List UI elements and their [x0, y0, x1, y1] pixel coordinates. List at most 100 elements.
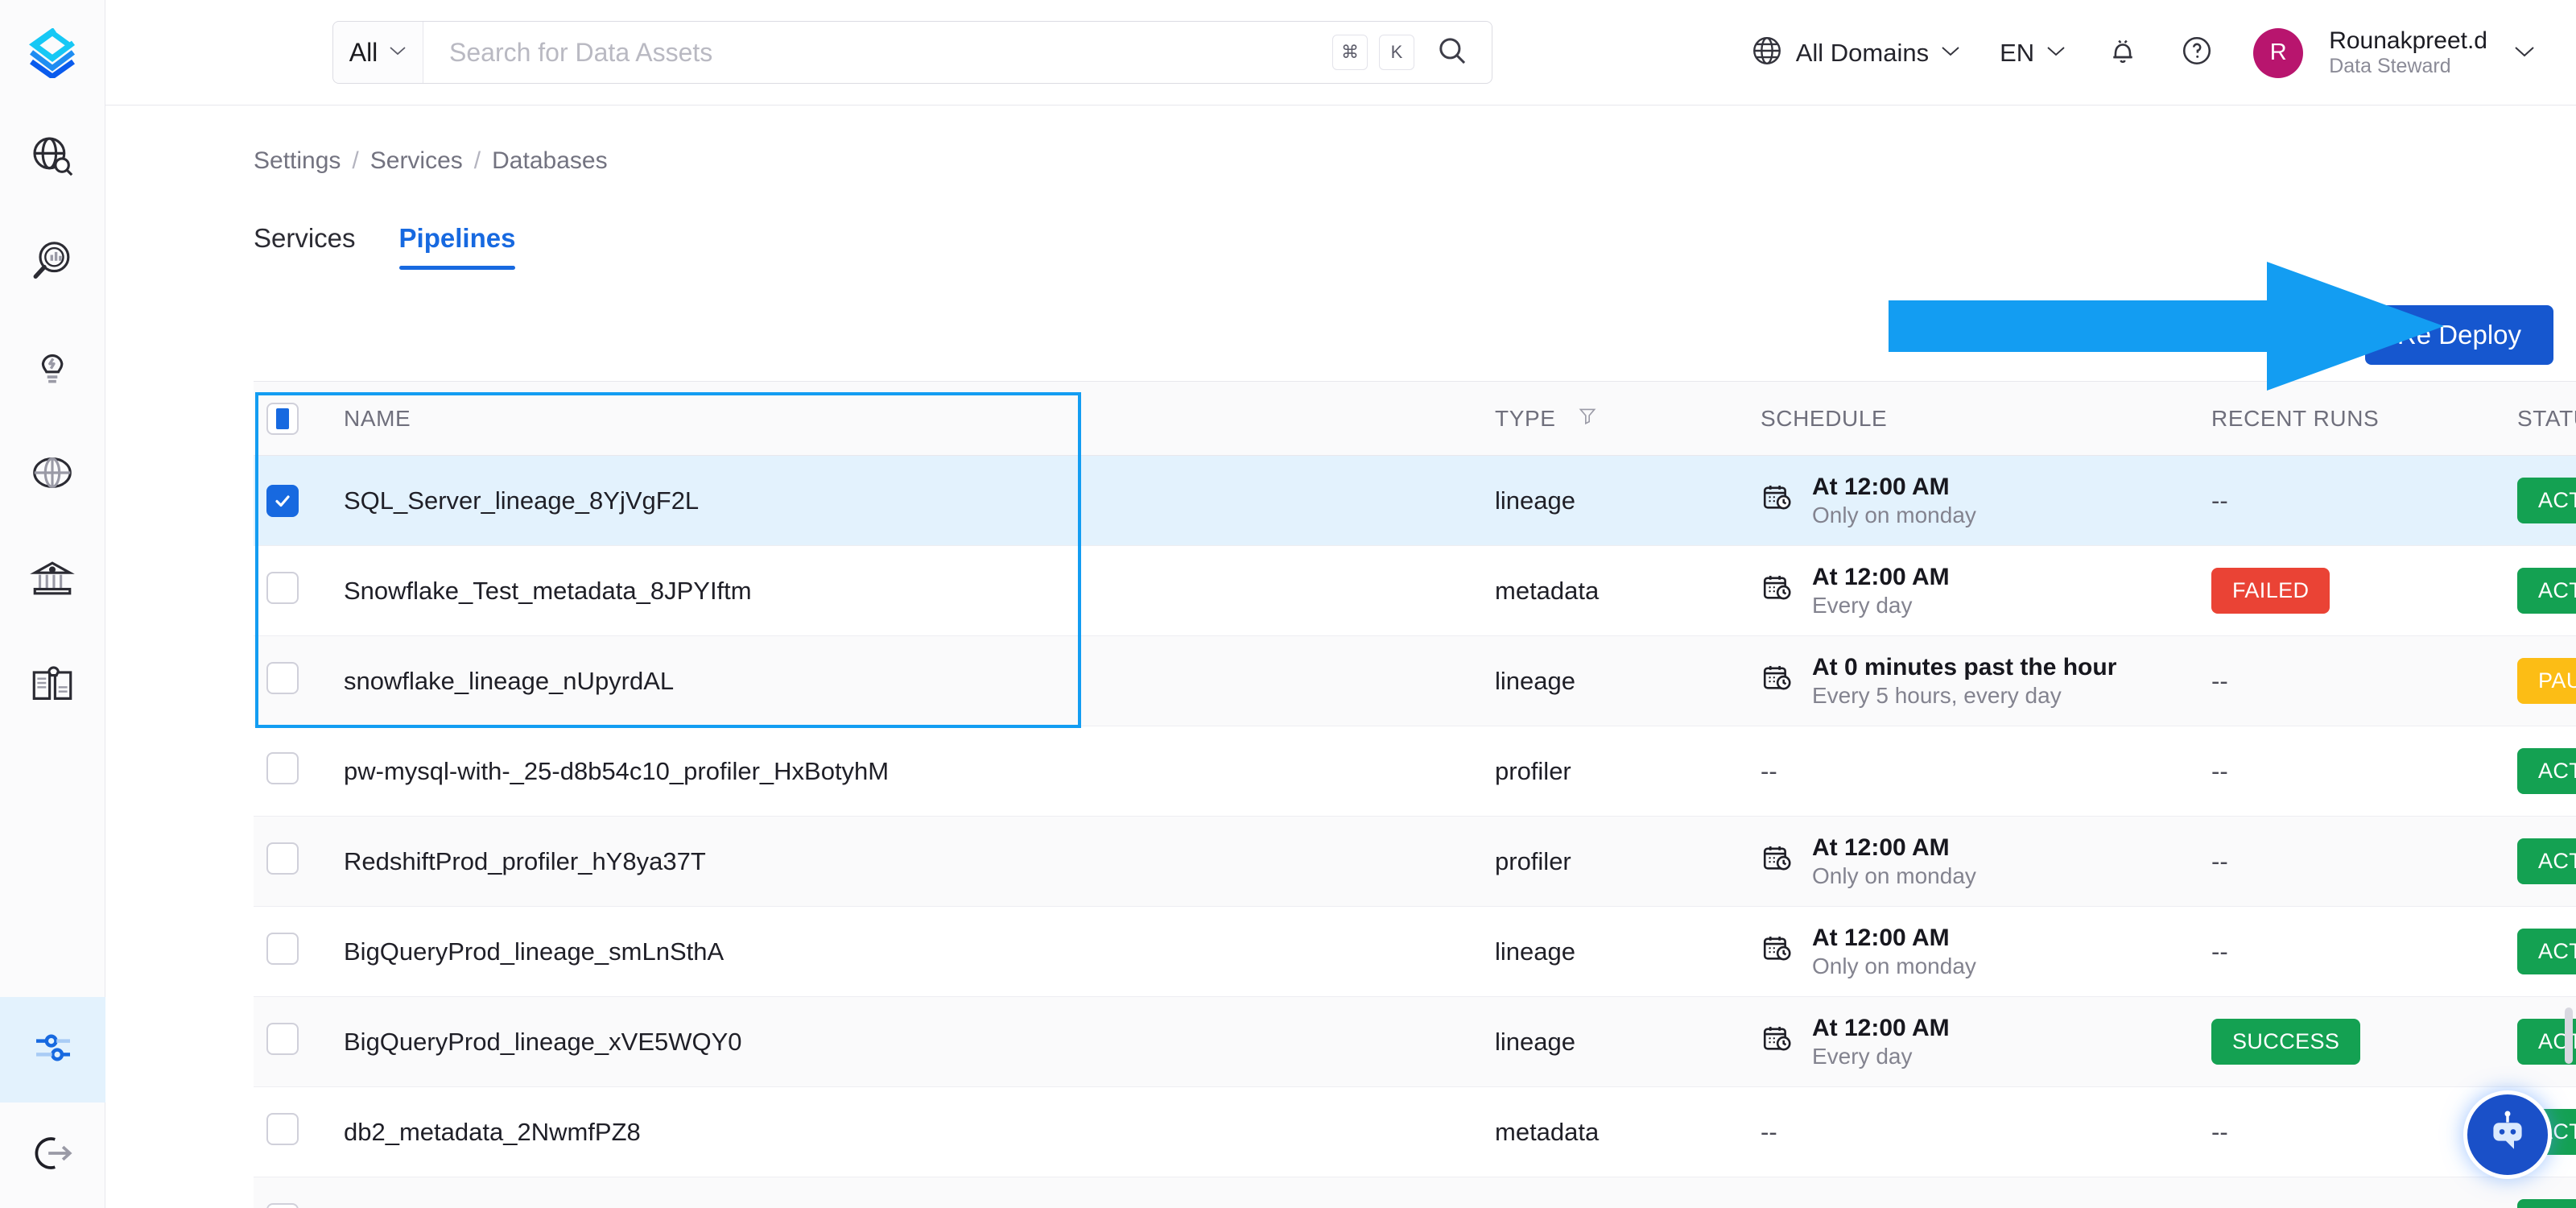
pipeline-recent-runs-cell [2198, 1177, 2504, 1208]
pipeline-status-cell: ACTIVE [2504, 545, 2576, 636]
pipeline-name-cell[interactable]: RedshiftProd_profiler_hY8ya37T [331, 816, 1482, 907]
breadcrumb-item-databases[interactable]: Databases [492, 147, 607, 175]
column-header-status[interactable]: STATUS [2504, 381, 2576, 456]
row-select-cell [254, 1086, 331, 1177]
status-badge[interactable]: ACTIVE [2517, 929, 2576, 974]
page-content: Settings / Services / Databases Services… [105, 105, 2576, 1208]
sidebar-item-observability[interactable] [0, 211, 105, 316]
domain-selector-label: All Domains [1795, 38, 1930, 67]
row-checkbox[interactable] [266, 751, 299, 784]
pipeline-recent-runs-cell: -- [2198, 816, 2504, 907]
column-header-schedule[interactable]: SCHEDULE [1748, 381, 2198, 456]
row-select-cell [254, 816, 331, 907]
row-checkbox[interactable] [266, 484, 299, 517]
select-all-checkbox[interactable] [266, 402, 299, 435]
status-badge[interactable]: ACTIVE [2517, 478, 2576, 523]
schedule-secondary: Only on monday [1812, 953, 1976, 978]
row-checkbox[interactable] [266, 1112, 299, 1145]
kbd-k: K [1379, 35, 1414, 70]
recent-runs-empty: -- [2211, 756, 2228, 785]
search-scope-dropdown[interactable]: All [333, 22, 423, 83]
recent-run-badge[interactable]: FAILED [2211, 568, 2330, 614]
row-checkbox[interactable] [266, 932, 299, 965]
app-logo[interactable] [0, 0, 105, 105]
language-selector[interactable]: EN [1980, 39, 2086, 68]
table-row[interactable]: BigQueryProd_lineage_xVE5WQY0 lineage At… [254, 996, 2576, 1087]
schedule-primary: At 12:00 AM [1812, 834, 1950, 861]
notifications-button[interactable] [2086, 33, 2160, 72]
avatar: R [2253, 27, 2304, 78]
column-header-recent-runs[interactable]: RECENT RUNS [2198, 381, 2504, 456]
pipeline-name-cell[interactable]: snowflake_lineage_nUpyrdAL [331, 635, 1482, 726]
search-shortcut-hint: ⌘ K [1332, 22, 1435, 83]
status-badge[interactable]: ACTIVE [2517, 568, 2576, 614]
sidebar-item-insights[interactable] [0, 316, 105, 422]
nav-icon-list [0, 105, 105, 738]
pipeline-type-cell: profiler [1482, 726, 1748, 817]
row-select-cell [254, 726, 331, 817]
action-row: Re Deploy [147, 305, 2576, 365]
pipeline-name-cell[interactable]: Snowflake_Test_metadata_8JPYIftm [331, 545, 1482, 636]
status-badge[interactable]: ACTIVE [2517, 748, 2576, 794]
pipeline-name-cell[interactable]: BigQueryProd_lineage_smLnSthA [331, 906, 1482, 997]
kbd-command: ⌘ [1332, 35, 1368, 70]
re-deploy-button[interactable]: Re Deploy [2364, 305, 2553, 365]
search-input[interactable]: Search for Data Assets [423, 22, 1332, 83]
sidebar-item-settings[interactable] [0, 997, 105, 1103]
pipeline-name-cell[interactable]: SQL_Server_lineage_8YjVgF2L [331, 455, 1482, 546]
status-badge[interactable]: ACTIVE [2517, 838, 2576, 884]
sidebar-item-govern[interactable] [0, 527, 105, 633]
pipeline-type-cell: lineage [1482, 996, 1748, 1087]
row-checkbox[interactable] [266, 661, 299, 694]
breadcrumb-item-settings[interactable]: Settings [254, 147, 341, 175]
row-checkbox[interactable] [266, 1202, 299, 1208]
search-submit-button[interactable] [1435, 22, 1492, 83]
tab-services[interactable]: Services [254, 223, 356, 270]
recent-run-badge[interactable]: SUCCESS [2211, 1019, 2361, 1065]
funnel-filter-icon[interactable] [1577, 405, 1598, 432]
tab-pipelines[interactable]: Pipelines [398, 223, 515, 270]
column-header-name[interactable]: NAME [331, 381, 1482, 456]
recent-runs-empty: -- [2211, 666, 2228, 695]
pipeline-schedule-cell: -- [1748, 1086, 2198, 1177]
column-header-type-label[interactable]: TYPE [1495, 406, 1556, 432]
vertical-scrollbar[interactable] [2565, 1007, 2573, 1064]
app-root: All Search for Data Assets ⌘ K All Domai… [0, 0, 2576, 1208]
table-row[interactable]: pw-mysql-with-_25-d8b54c10_profiler_HxBo… [254, 726, 2576, 817]
help-button[interactable] [2160, 33, 2234, 72]
pipeline-name-cell[interactable]: postgres_lineage_nBY99VKq [331, 1177, 1482, 1208]
sidebar-item-logout[interactable] [0, 1103, 105, 1208]
recent-runs-empty: -- [2211, 937, 2228, 966]
table-row[interactable]: Snowflake_Test_metadata_8JPYIftm metadat… [254, 545, 2576, 636]
global-search-bar[interactable]: All Search for Data Assets ⌘ K [332, 21, 1492, 84]
row-checkbox[interactable] [266, 571, 299, 604]
pipeline-name-cell[interactable]: db2_metadata_2NwmfPZ8 [331, 1086, 1482, 1177]
insights-bulb-icon [29, 344, 76, 395]
search-icon [1435, 34, 1469, 72]
status-badge[interactable]: ACTIVE [2517, 1199, 2576, 1208]
sidebar-item-glossary[interactable] [0, 633, 105, 738]
table-row[interactable]: BigQueryProd_lineage_smLnSthA lineage At… [254, 906, 2576, 997]
status-badge[interactable]: PAUSED [2517, 658, 2576, 704]
chat-bot-button[interactable] [2463, 1090, 2552, 1179]
table-row[interactable]: RedshiftProd_profiler_hY8ya37T profiler … [254, 816, 2576, 907]
pipeline-schedule-cell [1748, 1177, 2198, 1208]
user-menu[interactable]: R Rounakpreet.d Data Steward [2234, 27, 2555, 78]
domain-selector[interactable]: All Domains [1730, 33, 1980, 72]
table-row[interactable]: db2_metadata_2NwmfPZ8 metadata -- -- ACT… [254, 1086, 2576, 1177]
table-row[interactable]: SQL_Server_lineage_8YjVgF2L lineage At 1… [254, 455, 2576, 546]
tab-bar: Services Pipelines [147, 223, 2576, 270]
row-checkbox[interactable] [266, 1022, 299, 1055]
schedule-secondary: Every day [1812, 592, 1913, 618]
pipeline-status-cell: ACTIVE [2504, 816, 2576, 907]
table-row[interactable]: snowflake_lineage_nUpyrdAL lineage At 0 … [254, 635, 2576, 726]
breadcrumb-item-services[interactable]: Services [370, 147, 463, 175]
pipeline-type-cell: metadata [1482, 545, 1748, 636]
sidebar-item-explore[interactable] [0, 105, 105, 211]
pipeline-name-cell[interactable]: pw-mysql-with-_25-d8b54c10_profiler_HxBo… [331, 726, 1482, 817]
pipeline-name-cell[interactable]: BigQueryProd_lineage_xVE5WQY0 [331, 996, 1482, 1087]
table-row[interactable]: postgres_lineage_nBY99VKq lineage ACTIVE [254, 1177, 2576, 1208]
chat-bot-icon [2482, 1107, 2533, 1163]
row-checkbox[interactable] [266, 842, 299, 875]
sidebar-item-domains[interactable] [0, 422, 105, 527]
